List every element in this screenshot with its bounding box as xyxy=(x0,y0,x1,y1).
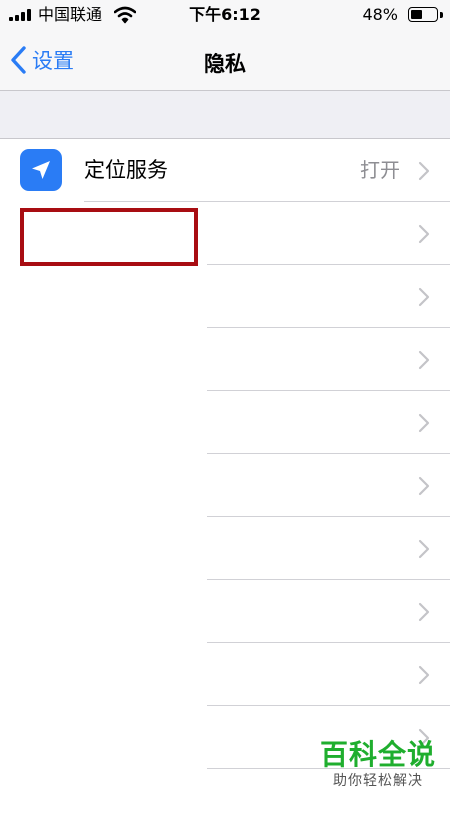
highlight-annotation-box xyxy=(20,208,198,266)
battery-percent: 48% xyxy=(362,5,398,24)
list-item[interactable] xyxy=(0,265,450,328)
section-spacer xyxy=(0,90,450,139)
location-arrow-icon xyxy=(32,161,50,179)
status-bar: 中国联通 下午6:12 48% xyxy=(0,0,450,30)
chevron-right-icon xyxy=(418,476,430,496)
location-services-icon-tile xyxy=(20,149,62,191)
list-item-value: 打开 xyxy=(360,158,400,182)
list-item[interactable] xyxy=(0,580,450,643)
chevron-right-icon xyxy=(418,539,430,559)
chevron-right-icon xyxy=(418,350,430,370)
chevron-right-icon xyxy=(418,665,430,685)
list-item[interactable] xyxy=(0,643,450,706)
list-item[interactable] xyxy=(0,517,450,580)
watermark-logo: 百科全说 助你轻松解决 xyxy=(320,738,436,790)
chevron-right-icon xyxy=(418,413,430,433)
chevron-right-icon xyxy=(418,161,430,181)
list-item[interactable] xyxy=(0,328,450,391)
watermark-subtitle: 助你轻松解决 xyxy=(332,773,423,789)
chevron-right-icon xyxy=(418,602,430,622)
chevron-right-icon xyxy=(418,224,430,244)
chevron-right-icon xyxy=(418,287,430,307)
watermark-title: 百科全说 xyxy=(319,738,436,771)
battery-level-fill xyxy=(411,10,422,19)
battery-icon xyxy=(408,7,438,22)
page-title: 隐私 xyxy=(204,52,246,76)
battery-cap xyxy=(440,12,443,18)
list-item[interactable] xyxy=(0,391,450,454)
list-item-label: 定位服务 xyxy=(84,158,168,182)
navigation-bar: 设置 隐私 xyxy=(0,30,450,90)
list-item[interactable] xyxy=(0,454,450,517)
list-item-location-services[interactable]: 定位服务 打开 xyxy=(0,139,450,202)
